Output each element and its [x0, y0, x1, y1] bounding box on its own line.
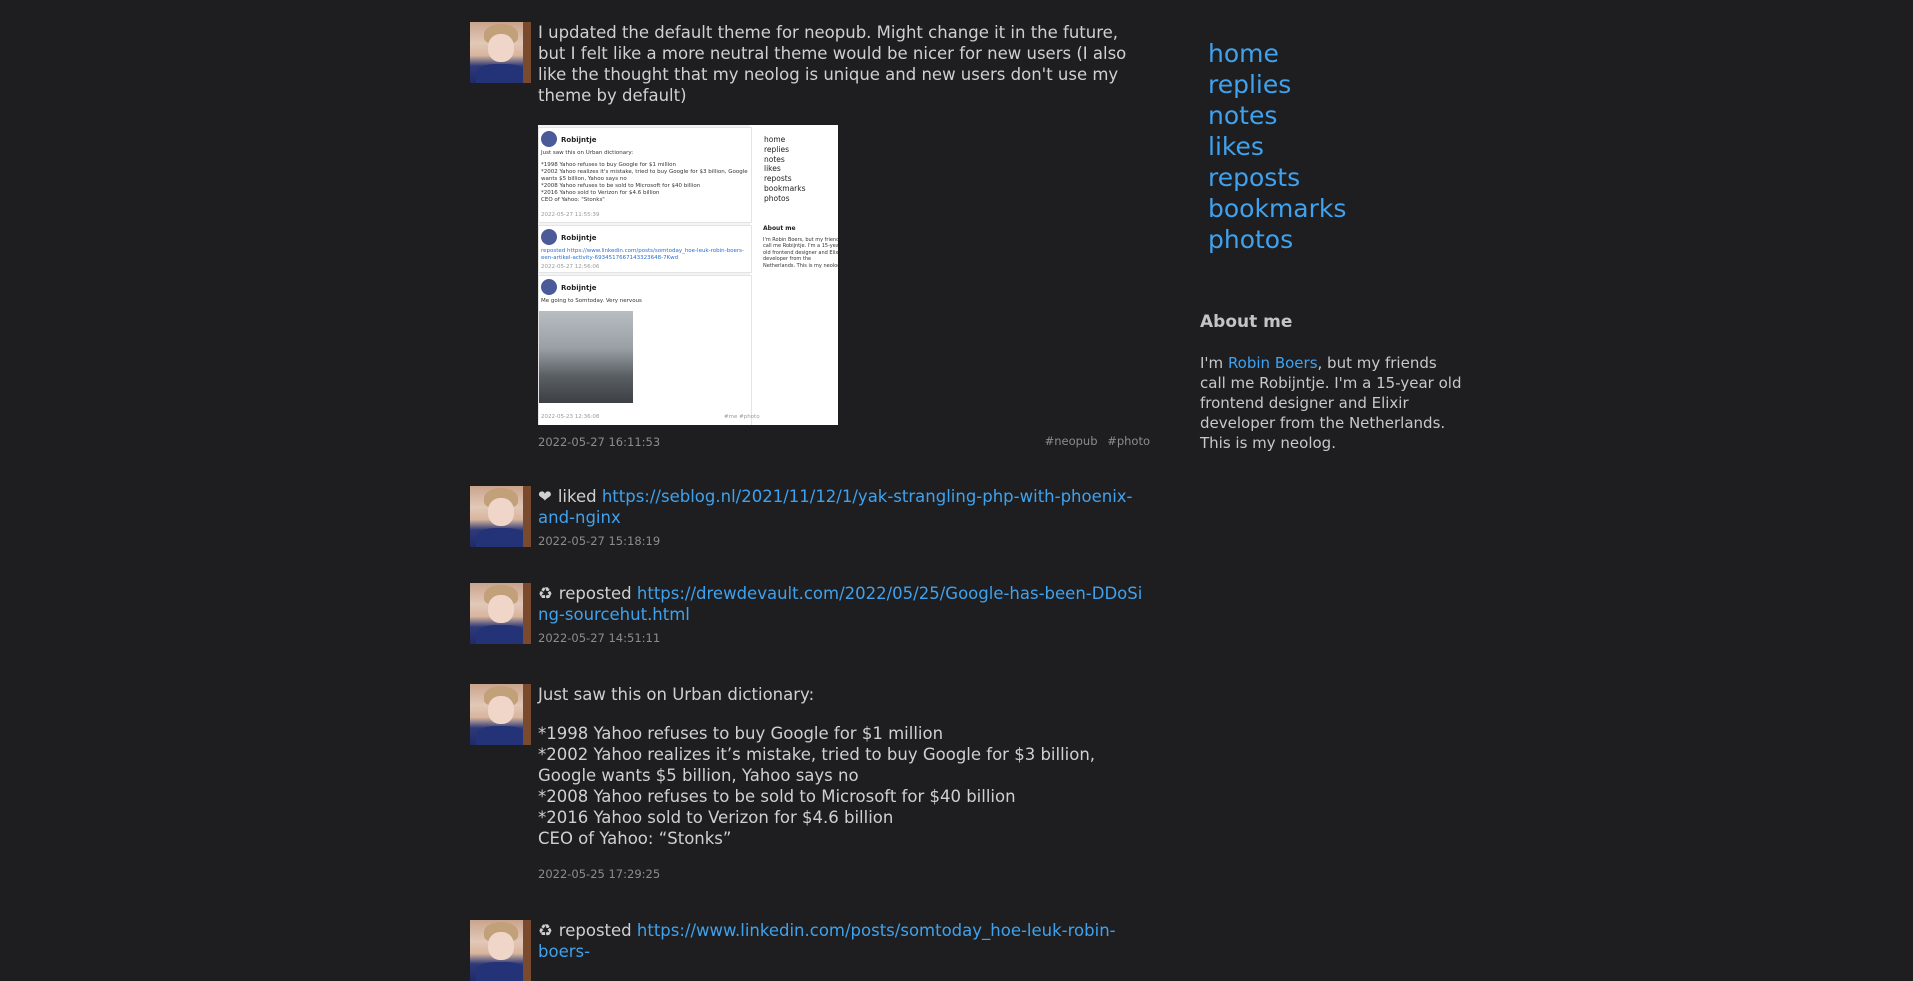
author-link[interactable]: Robin Boers — [1228, 354, 1318, 372]
sidebar-item-reposts[interactable]: reposts — [1208, 162, 1346, 193]
activity-line: ♻ reposted https://www.linkedin.com/posts… — [538, 920, 1150, 962]
image-time: 2022-05-23 12:36:08 — [541, 414, 600, 420]
sidebar-item-bookmarks[interactable]: bookmarks — [1208, 193, 1346, 224]
image-nav-item: likes — [764, 164, 781, 174]
post-timestamp[interactable]: 2022-05-27 14:51:11 — [538, 631, 1150, 645]
image-nav-item: bookmarks — [764, 183, 806, 193]
image-line: Just saw this on Urban dictionary: — [541, 150, 634, 156]
image-photo — [539, 311, 633, 403]
post-content: ♻ reposted https://www.linkedin.com/posts… — [538, 920, 1150, 962]
activity-link[interactable]: https://seblog.nl/2021/11/12/1/yak-stran… — [538, 487, 1133, 527]
image-tags: #me #photo — [724, 414, 760, 420]
sidebar-nav: home replies notes likes reposts bookmar… — [1208, 38, 1346, 255]
tag-link[interactable]: #neopub — [1045, 434, 1098, 448]
post-text: Just saw this on Urban dictionary: — [538, 685, 815, 704]
image-nav-item: photos — [764, 193, 790, 203]
post-text: *1998 Yahoo refuses to buy Google for $1… — [538, 724, 1096, 848]
image-line: CEO of Yahoo: "Stonks" — [541, 197, 605, 203]
avatar[interactable] — [470, 486, 531, 547]
image-line: *2008 Yahoo refuses to be sold to Micros… — [541, 183, 701, 189]
post-timestamp[interactable]: 2022-05-25 17:29:25 — [538, 867, 1150, 881]
sidebar-item-replies[interactable]: replies — [1208, 69, 1346, 100]
sidebar-item-likes[interactable]: likes — [1208, 131, 1346, 162]
image-line: *1998 Yahoo refuses to buy Google for $1… — [541, 162, 677, 168]
activity-line: ❤ liked https://seblog.nl/2021/11/12/1/ya… — [538, 486, 1150, 528]
image-author: Robijntje — [561, 136, 597, 144]
image-line: *2016 Yahoo sold to Verizon for $4.6 bil… — [541, 190, 660, 196]
tag-link[interactable]: #photo — [1107, 434, 1150, 448]
avatar[interactable] — [470, 684, 531, 745]
post-timestamp[interactable]: 2022-05-27 16:11:53 — [538, 435, 660, 449]
about-prefix: I'm — [1200, 354, 1228, 372]
post-timestamp[interactable]: 2022-05-27 15:18:19 — [538, 534, 1150, 548]
image-avatar — [541, 229, 557, 245]
image-line: *2002 Yahoo realizes it's mistake, tried… — [541, 169, 748, 175]
post-image[interactable]: Robijntje Just saw this on Urban diction… — [538, 125, 838, 425]
image-about-text: I'm Robin Boers, but my friends call me … — [763, 237, 838, 269]
image-about-title: About me — [763, 225, 796, 232]
sidebar-item-notes[interactable]: notes — [1208, 100, 1346, 131]
image-nav-item: notes — [764, 154, 785, 164]
activity-verb: liked — [557, 487, 597, 506]
image-card: Robijntje Just saw this on Urban diction… — [538, 127, 752, 223]
image-nav-item: replies — [764, 144, 789, 154]
avatar[interactable] — [470, 22, 531, 83]
sidebar-item-photos[interactable]: photos — [1208, 224, 1346, 255]
post-content: Just saw this on Urban dictionary: *1998… — [538, 684, 1150, 881]
image-time: 2022-05-27 11:55:39 — [541, 212, 600, 218]
image-author: Robijntje — [561, 284, 597, 292]
about-title: About me — [1200, 312, 1293, 332]
image-line: Me going to Somtoday. Very nervous — [541, 298, 642, 304]
image-card: Robijntje reposted https://www.linkedin.… — [538, 225, 752, 273]
heart-icon: ❤ — [538, 487, 552, 506]
image-line: wants $5 billion, Yahoo says no — [541, 176, 627, 182]
image-card: Robijntje Me going to Somtoday. Very ner… — [538, 275, 760, 425]
image-nav-item: reposts — [764, 174, 792, 184]
avatar[interactable] — [470, 920, 531, 981]
about-text: I'm Robin Boers, but my friends call me … — [1200, 353, 1462, 453]
image-time: 2022-05-27 12:56:06 — [541, 264, 600, 270]
repost-icon: ♻ — [538, 584, 553, 603]
image-author: Robijntje — [561, 234, 597, 242]
image-line: een-artikel-activity-6934517667143323648… — [541, 255, 679, 261]
post-tags: #neopub #photo — [1039, 434, 1150, 448]
image-line: reposted https://www.linkedin.com/posts/… — [541, 248, 744, 254]
sidebar-item-home[interactable]: home — [1208, 38, 1346, 69]
activity-verb: reposted — [558, 584, 632, 603]
image-avatar — [541, 131, 557, 147]
image-nav-item: home — [764, 135, 786, 144]
image-nav: home replies notes likes reposts bookmar… — [764, 135, 806, 204]
post-text: I updated the default theme for neopub. … — [538, 23, 1132, 105]
activity-line: ♻ reposted https://drewdevault.com/2022/0… — [538, 583, 1150, 625]
activity-verb: reposted — [558, 921, 632, 940]
repost-icon: ♻ — [538, 921, 553, 940]
post-content: I updated the default theme for neopub. … — [538, 22, 1150, 449]
post-content: ❤ liked https://seblog.nl/2021/11/12/1/ya… — [538, 486, 1150, 548]
post-content: ♻ reposted https://drewdevault.com/2022/0… — [538, 583, 1150, 645]
avatar[interactable] — [470, 583, 531, 644]
image-avatar — [541, 279, 557, 295]
